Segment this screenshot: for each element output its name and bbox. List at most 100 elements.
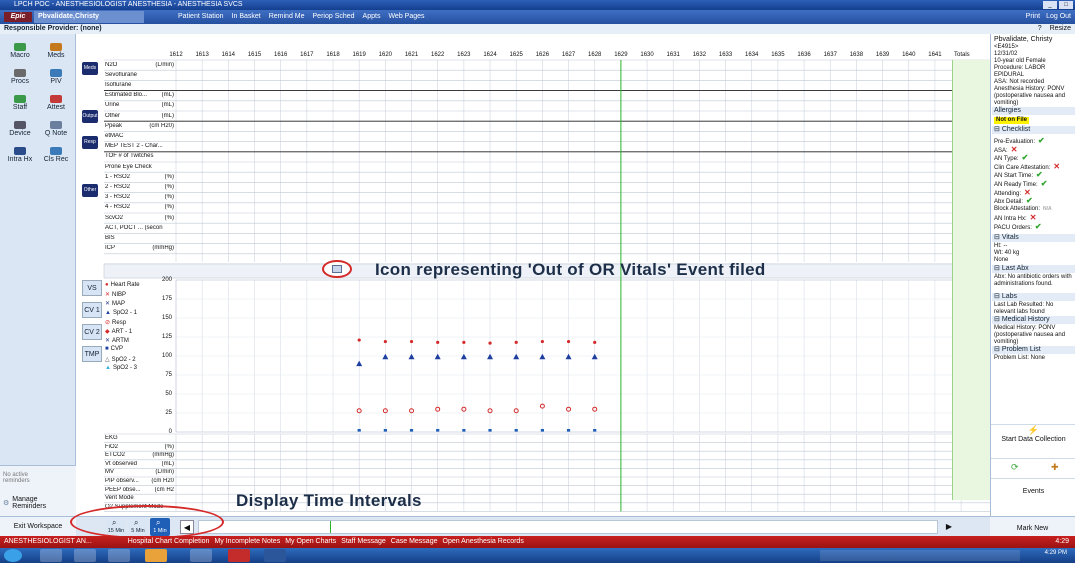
resize-button[interactable]: Resize: [1050, 25, 1071, 32]
patient-tab[interactable]: Pbvalidate,Christy: [34, 11, 144, 23]
chart-point-spo2-1[interactable]: [382, 353, 389, 360]
scroll-right-button[interactable]: ▶: [942, 520, 956, 534]
epic-menu-button[interactable]: Epic: [4, 12, 32, 22]
chart-point-spo2-1[interactable]: [487, 353, 494, 360]
toolbar-item[interactable]: Remind Me: [269, 12, 305, 22]
flowsheet-row[interactable]: etMAC: [105, 133, 175, 139]
chart-point-cvp[interactable]: [357, 429, 361, 432]
vitals-tab-vs[interactable]: VS: [82, 280, 102, 296]
view-output-button[interactable]: Output: [82, 110, 98, 123]
time-column-header[interactable]: 1612: [164, 52, 188, 58]
chart-point-spo2-1[interactable]: [565, 353, 572, 360]
flowsheet-row[interactable]: FiO2 (%): [105, 444, 175, 450]
chart-point-cvp[interactable]: [540, 429, 544, 432]
chart-point-cvp[interactable]: [462, 429, 466, 432]
last-abx-header[interactable]: ⊟ Last Abx: [992, 265, 1075, 273]
status-link[interactable]: Open Anesthesia Records: [443, 538, 524, 545]
time-column-header[interactable]: 1629: [609, 52, 633, 58]
flowsheet-row[interactable]: 4 - RSO2 (%): [105, 204, 175, 210]
events-button[interactable]: Events: [991, 478, 1075, 504]
time-column-header[interactable]: 1615: [243, 52, 267, 58]
time-column-header[interactable]: 1633: [714, 52, 738, 58]
activity-piv-button[interactable]: PIV: [38, 68, 74, 92]
activity-attest-button[interactable]: Attest: [38, 94, 74, 118]
chart-point-cvp[interactable]: [593, 429, 597, 432]
time-column-header[interactable]: 1626: [530, 52, 554, 58]
manage-reminders-button[interactable]: ⚙ Manage Reminders: [3, 496, 62, 510]
activity-procs-button[interactable]: Procs: [2, 68, 38, 92]
exit-workspace-button[interactable]: Exit Workspace: [0, 516, 76, 536]
status-link[interactable]: Staff Message: [341, 538, 386, 545]
toolbar-item[interactable]: Web Pages: [388, 12, 424, 22]
time-column-header[interactable]: 1620: [373, 52, 397, 58]
chart-point-heart-rate[interactable]: [357, 338, 361, 342]
maximize-button[interactable]: □: [1059, 1, 1073, 9]
time-column-header[interactable]: 1630: [635, 52, 659, 58]
toolbar-item[interactable]: Patient Station: [178, 12, 224, 22]
flowsheet-row[interactable]: Vent Mode: [105, 495, 175, 501]
problem-list-header[interactable]: ⊟ Problem List: [992, 346, 1075, 354]
time-column-header[interactable]: 1624: [478, 52, 502, 58]
activity-meds-button[interactable]: Meds: [38, 42, 74, 66]
chart-point-heart-rate[interactable]: [593, 340, 597, 344]
time-column-header[interactable]: 1622: [426, 52, 450, 58]
chart-point-spo2-1[interactable]: [591, 353, 598, 360]
time-column-header[interactable]: 1638: [844, 52, 868, 58]
flowsheet-row[interactable]: BIS: [105, 235, 175, 241]
labs-header[interactable]: ⊟ Labs: [992, 293, 1075, 301]
help-icon[interactable]: ?: [1038, 25, 1042, 32]
chart-point-cvp[interactable]: [566, 429, 571, 432]
time-column-header[interactable]: 1641: [923, 52, 947, 58]
checklist-item[interactable]: Block Attestation: N/A: [994, 206, 1052, 213]
status-link[interactable]: Hospital Chart Completion: [128, 538, 210, 545]
explorer-icon[interactable]: [74, 549, 96, 562]
teams-icon[interactable]: [190, 549, 212, 562]
flowsheet-row[interactable]: Vt observed (mL): [105, 461, 175, 467]
flowsheet-row[interactable]: TOF # of Twitches: [105, 153, 175, 159]
status-link[interactable]: My Open Charts: [285, 538, 336, 545]
start-button[interactable]: [4, 549, 22, 562]
time-column-header[interactable]: 1627: [557, 52, 581, 58]
flowsheet-row[interactable]: MV (L/min): [105, 469, 175, 475]
time-column-header[interactable]: 1635: [766, 52, 790, 58]
time-column-header[interactable]: 1628: [583, 52, 607, 58]
flowsheet-row[interactable]: MEP TEST 2 - Char...: [105, 143, 175, 149]
flowsheet-row[interactable]: Isoflurane: [105, 82, 175, 88]
chart-point-cvp[interactable]: [436, 429, 440, 432]
chart-point-spo2-1[interactable]: [356, 360, 363, 367]
chart-point-cvp[interactable]: [383, 429, 387, 432]
chart-point-cvp[interactable]: [514, 429, 518, 432]
flowsheet-row[interactable]: PEEP obse... (cm H2: [105, 487, 175, 493]
time-column-header[interactable]: 1631: [661, 52, 685, 58]
word-icon[interactable]: [264, 549, 286, 562]
status-link[interactable]: Case Message: [391, 538, 438, 545]
add-icon[interactable]: ✚: [1051, 462, 1059, 473]
flowsheet-row[interactable]: Prone Eye Check: [105, 164, 175, 170]
time-column-header[interactable]: 1632: [687, 52, 711, 58]
out-of-or-vitals-event-icon[interactable]: [322, 260, 352, 278]
flowsheet-row[interactable]: ICP (mmHg): [105, 245, 175, 251]
activity-intra-hx-button[interactable]: Intra Hx: [2, 146, 38, 170]
chart-point-heart-rate[interactable]: [488, 341, 492, 345]
flowsheet-row[interactable]: 2 - RSO2 (%): [105, 184, 175, 190]
vitals-tab-tmp[interactable]: TMP: [82, 346, 102, 362]
chart-point-heart-rate[interactable]: [540, 339, 544, 344]
mark-new-button[interactable]: Mark New: [990, 516, 1075, 536]
chart-point-spo2-1[interactable]: [434, 353, 441, 360]
activity-device-button[interactable]: Device: [2, 120, 38, 144]
time-column-header[interactable]: 1637: [818, 52, 842, 58]
epic-icon[interactable]: [228, 549, 250, 562]
view-meds-button[interactable]: Meds: [82, 62, 98, 75]
time-column-header[interactable]: 1640: [897, 52, 921, 58]
toolbar-item[interactable]: Periop Sched: [313, 12, 355, 22]
time-column-header[interactable]: 1617: [295, 52, 319, 58]
flowsheet-row[interactable]: Urine (mL): [105, 102, 175, 108]
flowsheet-row[interactable]: 1 - RSO2 (%): [105, 174, 175, 180]
time-column-header[interactable]: 1614: [216, 52, 240, 58]
status-link[interactable]: My Incomplete Notes: [214, 538, 280, 545]
chart-point-cvp[interactable]: [409, 429, 414, 432]
flowsheet-row[interactable]: Sevoflurane: [105, 72, 175, 78]
ie-icon[interactable]: [40, 549, 62, 562]
flowsheet-row[interactable]: 3 - RSO2 (%): [105, 194, 175, 200]
flowsheet-row[interactable]: Ppeak (cm H20): [105, 123, 175, 129]
